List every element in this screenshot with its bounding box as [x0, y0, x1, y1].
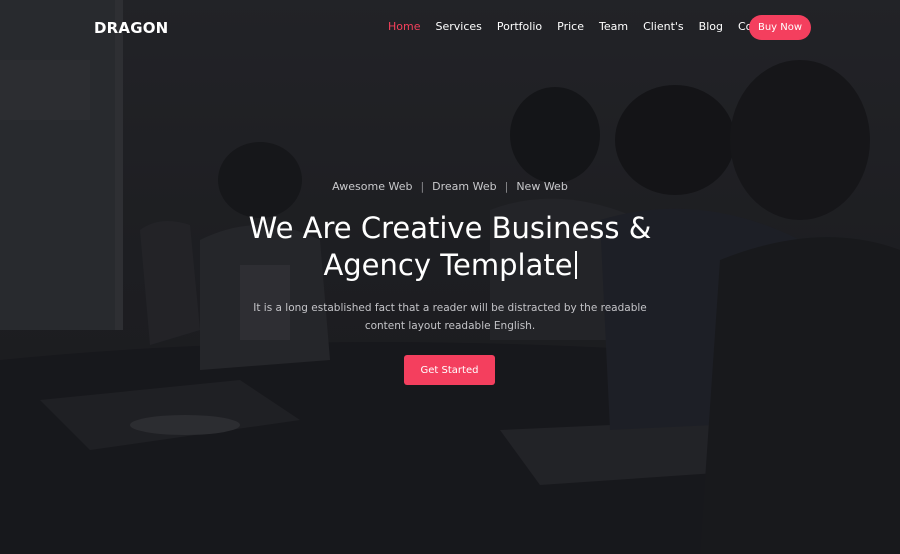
hero-headline: We Are Creative Business & Agency Templa… [0, 210, 900, 284]
nav-item-team[interactable]: Team [599, 20, 628, 34]
description-line-1: It is a long established fact that a rea… [253, 302, 647, 314]
tagline-item: Awesome Web [332, 180, 413, 193]
buy-now-button[interactable]: Buy Now [749, 15, 811, 40]
hero-taglines: Awesome Web | Dream Web | New Web [0, 180, 900, 193]
nav-item-services[interactable]: Services [435, 20, 481, 34]
tagline-separator: | [504, 180, 509, 193]
get-started-button[interactable]: Get Started [404, 355, 495, 385]
typing-cursor [574, 251, 577, 279]
main-nav: Home Services Portfolio Price Team Clien… [388, 20, 796, 34]
tagline-item: New Web [516, 180, 568, 193]
nav-item-blog[interactable]: Blog [699, 20, 723, 34]
brand-logo[interactable]: DRAGON [94, 19, 168, 37]
description-line-2: content layout readable English. [364, 319, 536, 332]
nav-item-home[interactable]: Home [388, 20, 420, 34]
nav-item-price[interactable]: Price [557, 20, 584, 34]
nav-item-portfolio[interactable]: Portfolio [497, 20, 542, 34]
tagline-item: Dream Web [432, 180, 497, 193]
headline-line-2: Agency Template [323, 248, 573, 282]
hero-description: It is a long established fact that a rea… [250, 300, 650, 335]
top-navbar: DRAGON Home Services Portfolio Price Tea… [0, 0, 900, 56]
nav-item-clients[interactable]: Client's [643, 20, 684, 34]
tagline-separator: | [420, 180, 425, 193]
headline-line-1: We Are Creative Business & [248, 211, 652, 245]
